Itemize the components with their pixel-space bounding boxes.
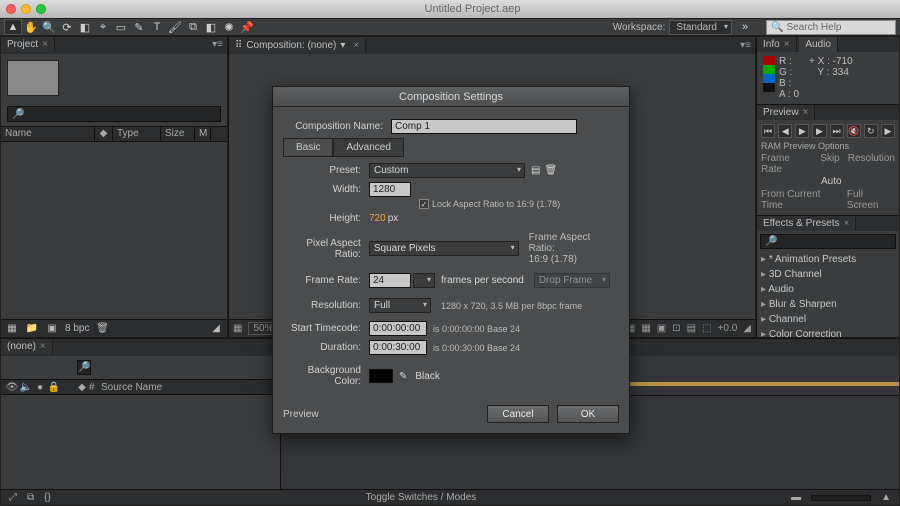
eyedropper-icon[interactable]: ✎ [399, 371, 407, 382]
save-preset-icon[interactable]: ▤ [531, 165, 540, 176]
height-value[interactable]: 720 [369, 213, 386, 224]
duration-input[interactable] [369, 340, 427, 355]
lock-aspect-label: Lock Aspect Ratio to 16:9 (1.78) [432, 199, 560, 209]
resolution-note: 1280 x 720, 3.5 MB per 8bpc frame [441, 301, 582, 311]
frame-rate-input[interactable] [369, 273, 411, 288]
drop-frame-dropdown[interactable]: Drop Frame [534, 273, 610, 288]
comp-name-input[interactable] [391, 119, 577, 134]
preset-dropdown[interactable]: Custom [369, 163, 525, 178]
bg-color-name: Black [415, 371, 439, 382]
delete-preset-icon[interactable]: 🗑 [544, 165, 557, 176]
comp-name-label: Composition Name: [283, 121, 391, 132]
frame-rate-dropdown[interactable] [413, 273, 435, 288]
bg-color-swatch[interactable] [369, 369, 393, 383]
advanced-tab[interactable]: Advanced [333, 138, 403, 157]
preview-checkbox-label[interactable]: Preview [283, 409, 319, 420]
cancel-button[interactable]: Cancel [487, 405, 549, 423]
par-dropdown[interactable]: Square Pixels [369, 241, 519, 256]
width-input[interactable] [369, 182, 411, 197]
ok-button[interactable]: OK [557, 405, 619, 423]
start-timecode-input[interactable] [369, 321, 427, 336]
dialog-title: Composition Settings [273, 87, 629, 107]
basic-tab[interactable]: Basic [283, 138, 333, 157]
composition-settings-dialog: Composition Settings Composition Name: B… [272, 86, 630, 434]
resolution-dropdown[interactable]: Full [369, 298, 431, 313]
lock-aspect-checkbox[interactable]: ✓ [419, 199, 429, 209]
